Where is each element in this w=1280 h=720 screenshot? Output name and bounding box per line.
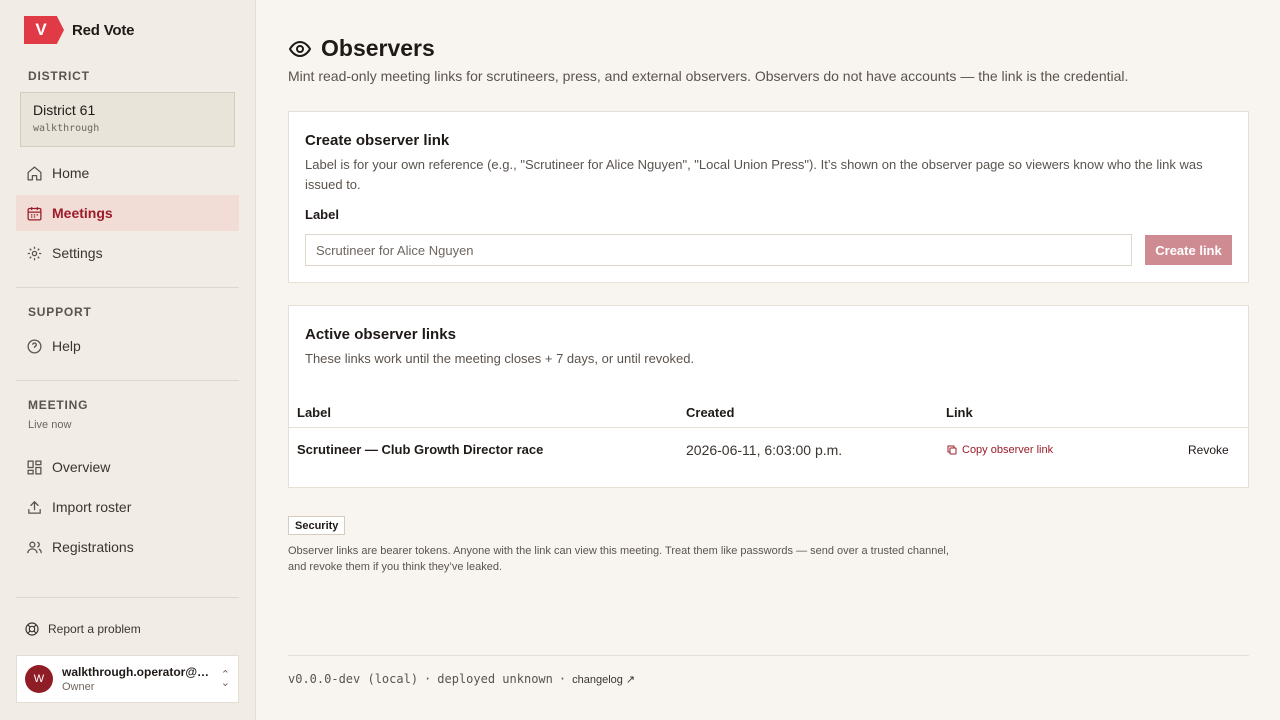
sidebar-item-overview[interactable]: Overview <box>16 449 239 485</box>
page-title: Observers <box>288 35 435 62</box>
revoke-cell: Revoke <box>1188 428 1229 471</box>
user-menu[interactable]: W walkthrough.operator@ta... Owner ⌃ ⌄ <box>16 655 239 703</box>
users-icon <box>26 539 43 556</box>
sidebar-divider <box>16 287 239 288</box>
security-badge: Security <box>288 516 346 535</box>
sidebar-item-label: Overview <box>52 459 111 475</box>
sidebar-item-label: Meetings <box>52 205 113 221</box>
user-email: walkthrough.operator@ta... <box>62 665 212 679</box>
sidebar-divider <box>16 380 239 381</box>
district-selector[interactable]: District 61 walkthrough <box>20 92 235 147</box>
copy-observer-link-button[interactable]: Copy observer link <box>946 444 1053 456</box>
label-field-label: Label <box>305 207 339 222</box>
sidebar-item-settings[interactable]: Settings <box>16 235 239 271</box>
sidebar-item-label: Home <box>52 165 90 181</box>
version-text: v0.0.0-dev (local) <box>288 672 419 686</box>
brand-logo: V <box>24 16 64 44</box>
report-problem-link[interactable]: Report a problem <box>24 621 141 637</box>
footer: v0.0.0-dev (local) · deployed unknown · … <box>288 672 635 686</box>
avatar: W <box>25 665 53 693</box>
sidebar-item-meetings[interactable]: Meetings <box>16 195 239 231</box>
sidebar-divider <box>16 597 239 598</box>
report-problem-label: Report a problem <box>48 622 141 636</box>
upload-icon <box>26 499 43 516</box>
meeting-section-title: MEETING <box>28 398 89 412</box>
brand-name: Red Vote <box>72 21 135 39</box>
sidebar-item-home[interactable]: Home <box>16 155 239 191</box>
calendar-icon <box>26 205 43 222</box>
meeting-status: Live now <box>28 419 72 431</box>
column-header-created: Created <box>686 404 735 420</box>
table-row: Scrutineer — Club Growth Director race 2… <box>289 427 1248 471</box>
page-description: Mint read-only meeting links for scrutin… <box>288 68 1129 84</box>
home-icon <box>26 165 43 182</box>
lifebuoy-icon <box>25 622 39 636</box>
user-info: walkthrough.operator@ta... Owner <box>62 665 212 693</box>
support-section-title: SUPPORT <box>28 305 92 319</box>
footer-divider <box>288 655 1249 656</box>
changelog-link[interactable]: changelog ↗ <box>572 673 635 686</box>
column-header-label: Label <box>297 404 331 420</box>
help-circle-icon <box>26 338 43 355</box>
sidebar: V Red Vote DISTRICT District 61 walkthro… <box>0 0 256 720</box>
create-observer-card: Create observer link Label is for your o… <box>288 111 1249 283</box>
footer-separator: · <box>558 672 567 686</box>
brand[interactable]: V Red Vote <box>24 16 134 44</box>
copy-link-label: Copy observer link <box>962 443 1054 456</box>
active-card-description: These links work until the meeting close… <box>305 351 695 366</box>
revoke-button[interactable]: Revoke <box>1188 443 1229 457</box>
eye-icon <box>288 40 312 57</box>
table-header: Label Created Link <box>289 398 1248 426</box>
label-input[interactable] <box>305 234 1132 266</box>
column-header-link: Link <box>946 404 973 420</box>
active-card-title: Active observer links <box>305 326 456 343</box>
sidebar-item-label: Settings <box>52 245 103 261</box>
district-section-title: DISTRICT <box>28 69 90 83</box>
sidebar-item-import-roster[interactable]: Import roster <box>16 489 239 525</box>
create-link-button[interactable]: Create link <box>1145 235 1232 265</box>
sidebar-item-label: Registrations <box>52 539 134 555</box>
sidebar-item-label: Import roster <box>52 499 132 515</box>
footer-separator: · <box>424 672 432 686</box>
deploy-status: deployed unknown <box>437 672 553 686</box>
sidebar-item-help[interactable]: Help <box>16 328 239 364</box>
sidebar-item-registrations[interactable]: Registrations <box>16 529 239 565</box>
active-links-card: Active observer links These links work u… <box>288 305 1249 488</box>
row-label: Scrutineer — Club Growth Director race <box>297 442 544 457</box>
row-created: 2026-06-11, 6:03:00 p.m. <box>686 441 843 458</box>
grid-icon <box>26 459 43 476</box>
active-card-header: Active observer links These links work u… <box>305 326 694 369</box>
chevron-up-down-icon: ⌃ ⌄ <box>220 669 230 689</box>
gear-icon <box>26 245 43 262</box>
copy-observer-link-cell: Copy observer link <box>946 428 1053 471</box>
district-subtitle: walkthrough <box>33 123 100 134</box>
user-role: Owner <box>62 681 95 693</box>
security-note: Observer links are bearer tokens. Anyone… <box>288 545 949 573</box>
create-card-title: Create observer link <box>305 132 450 149</box>
sidebar-item-label: Help <box>52 338 81 354</box>
district-name: District 61 <box>33 102 96 118</box>
page-title-text: Observers <box>321 35 435 61</box>
copy-icon <box>947 445 957 454</box>
create-card-description: Label is for your own reference (e.g., "… <box>305 157 1203 192</box>
